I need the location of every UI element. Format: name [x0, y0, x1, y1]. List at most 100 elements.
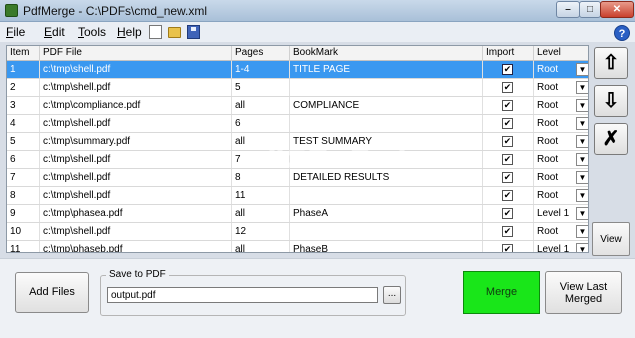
cell-pdf-file[interactable]: c:\tmp\shell.pdf [40, 187, 232, 204]
cell-pdf-file[interactable]: c:\tmp\shell.pdf [40, 151, 232, 168]
cell-bookmark[interactable]: PhaseB [290, 241, 483, 252]
level-select-value[interactable]: Root [537, 61, 558, 78]
cell-bookmark[interactable] [290, 223, 483, 240]
chevron-down-icon[interactable]: ▼ [576, 99, 588, 112]
cell-bookmark[interactable]: TEST SUMMARY [290, 133, 483, 150]
cell-bookmark[interactable] [290, 79, 483, 96]
cell-bookmark[interactable]: PhaseA [290, 205, 483, 222]
cell-pages[interactable]: 1-4 [232, 61, 290, 78]
cell-bookmark[interactable] [290, 187, 483, 204]
cell-pages[interactable]: all [232, 241, 290, 252]
menu-help[interactable]: Help [117, 25, 142, 39]
cell-pages[interactable]: 12 [232, 223, 290, 240]
level-select-value[interactable]: Level 1 [537, 241, 569, 252]
cell-pages[interactable]: 5 [232, 79, 290, 96]
merge-button[interactable]: Merge [463, 271, 540, 314]
header-bookmark[interactable]: BookMark [290, 46, 483, 61]
import-checkbox[interactable]: ✔ [502, 208, 513, 219]
chevron-down-icon[interactable]: ▼ [576, 153, 588, 166]
cell-pages[interactable]: 7 [232, 151, 290, 168]
cell-pdf-file[interactable]: c:\tmp\phasea.pdf [40, 205, 232, 222]
level-select-value[interactable]: Root [537, 79, 558, 96]
import-checkbox[interactable]: ✔ [502, 190, 513, 201]
level-select-value[interactable]: Root [537, 223, 558, 240]
view-last-merged-button[interactable]: View Last Merged [545, 271, 622, 314]
cell-pages[interactable]: all [232, 133, 290, 150]
open-folder-icon[interactable] [168, 27, 181, 38]
save-path-input[interactable] [107, 287, 378, 303]
header-pdf-file[interactable]: PDF File [40, 46, 232, 61]
import-checkbox[interactable]: ✔ [502, 64, 513, 75]
move-down-button[interactable]: ⇩ [594, 85, 628, 117]
table-row[interactable]: 3 c:\tmp\compliance.pdf all COMPLIANCE ✔ Root… [7, 97, 588, 115]
cell-pages[interactable]: 11 [232, 187, 290, 204]
table-row[interactable]: 8 c:\tmp\shell.pdf 11 ✔ Root ▼ [7, 187, 588, 205]
move-up-button[interactable]: ⇧ [594, 47, 628, 79]
import-checkbox[interactable]: ✔ [502, 154, 513, 165]
cell-pages[interactable]: all [232, 97, 290, 114]
cell-bookmark[interactable]: TITLE PAGE [290, 61, 483, 78]
header-pages[interactable]: Pages [232, 46, 290, 61]
import-checkbox[interactable]: ✔ [502, 226, 513, 237]
import-checkbox[interactable]: ✔ [502, 172, 513, 183]
cell-pdf-file[interactable]: c:\tmp\shell.pdf [40, 115, 232, 132]
cell-pdf-file[interactable]: c:\tmp\shell.pdf [40, 169, 232, 186]
import-checkbox[interactable]: ✔ [502, 100, 513, 111]
add-files-button[interactable]: Add Files [15, 272, 89, 313]
cell-pdf-file[interactable]: c:\tmp\phaseb.pdf [40, 241, 232, 252]
level-select-value[interactable]: Level 1 [537, 205, 569, 222]
level-select-value[interactable]: Root [537, 151, 558, 168]
table-row[interactable]: 5 c:\tmp\summary.pdf all TEST SUMMARY ✔ Root ▼ [7, 133, 588, 151]
header-import[interactable]: Import [483, 46, 534, 61]
chevron-down-icon[interactable]: ▼ [576, 117, 588, 130]
cell-bookmark[interactable] [290, 151, 483, 168]
chevron-down-icon[interactable]: ▼ [576, 225, 588, 238]
cell-pdf-file[interactable]: c:\tmp\compliance.pdf [40, 97, 232, 114]
level-select-value[interactable]: Root [537, 97, 558, 114]
cell-pdf-file[interactable]: c:\tmp\summary.pdf [40, 133, 232, 150]
import-checkbox[interactable]: ✔ [502, 244, 513, 252]
cell-bookmark[interactable] [290, 115, 483, 132]
chevron-down-icon[interactable]: ▼ [576, 243, 588, 252]
view-button[interactable]: View [592, 222, 630, 256]
menu-file[interactable]: File [6, 25, 25, 39]
menu-tools[interactable]: Tools [78, 25, 106, 39]
chevron-down-icon[interactable]: ▼ [576, 171, 588, 184]
cell-pdf-file[interactable]: c:\tmp\shell.pdf [40, 61, 232, 78]
table-row[interactable]: 10 c:\tmp\shell.pdf 12 ✔ Root ▼ [7, 223, 588, 241]
save-disk-icon[interactable] [187, 25, 200, 39]
cell-bookmark[interactable]: DETAILED RESULTS [290, 169, 483, 186]
cell-pages[interactable]: 6 [232, 115, 290, 132]
menu-edit[interactable]: Edit [44, 25, 65, 39]
table-row[interactable]: 11 c:\tmp\phaseb.pdf all PhaseB ✔ Level 1 ▼ [7, 241, 588, 252]
cell-pages[interactable]: all [232, 205, 290, 222]
table-row[interactable]: 9 c:\tmp\phasea.pdf all PhaseA ✔ Level 1 ▼ [7, 205, 588, 223]
minimize-button[interactable]: – [556, 1, 580, 18]
cell-pdf-file[interactable]: c:\tmp\shell.pdf [40, 79, 232, 96]
cell-pdf-file[interactable]: c:\tmp\shell.pdf [40, 223, 232, 240]
chevron-down-icon[interactable]: ▼ [576, 81, 588, 94]
header-level[interactable]: Level [534, 46, 588, 61]
cell-pages[interactable]: 8 [232, 169, 290, 186]
level-select-value[interactable]: Root [537, 115, 558, 132]
level-select-value[interactable]: Root [537, 187, 558, 204]
new-file-icon[interactable] [149, 25, 162, 39]
header-item[interactable]: Item [7, 46, 40, 61]
chevron-down-icon[interactable]: ▼ [576, 63, 588, 76]
table-row[interactable]: 4 c:\tmp\shell.pdf 6 ✔ Root ▼ [7, 115, 588, 133]
maximize-button[interactable]: □ [579, 1, 601, 18]
import-checkbox[interactable]: ✔ [502, 82, 513, 93]
chevron-down-icon[interactable]: ▼ [576, 207, 588, 220]
chevron-down-icon[interactable]: ▼ [576, 189, 588, 202]
table-row[interactable]: 7 c:\tmp\shell.pdf 8 DETAILED RESULTS ✔ Root ▼ [7, 169, 588, 187]
import-checkbox[interactable]: ✔ [502, 136, 513, 147]
table-row[interactable]: 1 c:\tmp\shell.pdf 1-4 TITLE PAGE ✔ Root ▼ [7, 61, 588, 79]
level-select-value[interactable]: Root [537, 169, 558, 186]
level-select-value[interactable]: Root [537, 133, 558, 150]
help-icon[interactable]: ? [614, 25, 630, 41]
table-row[interactable]: 2 c:\tmp\shell.pdf 5 ✔ Root ▼ [7, 79, 588, 97]
table-row[interactable]: 6 c:\tmp\shell.pdf 7 ✔ Root ▼ [7, 151, 588, 169]
browse-button[interactable]: ... [383, 286, 401, 304]
delete-button[interactable]: ✗ [594, 123, 628, 155]
chevron-down-icon[interactable]: ▼ [576, 135, 588, 148]
